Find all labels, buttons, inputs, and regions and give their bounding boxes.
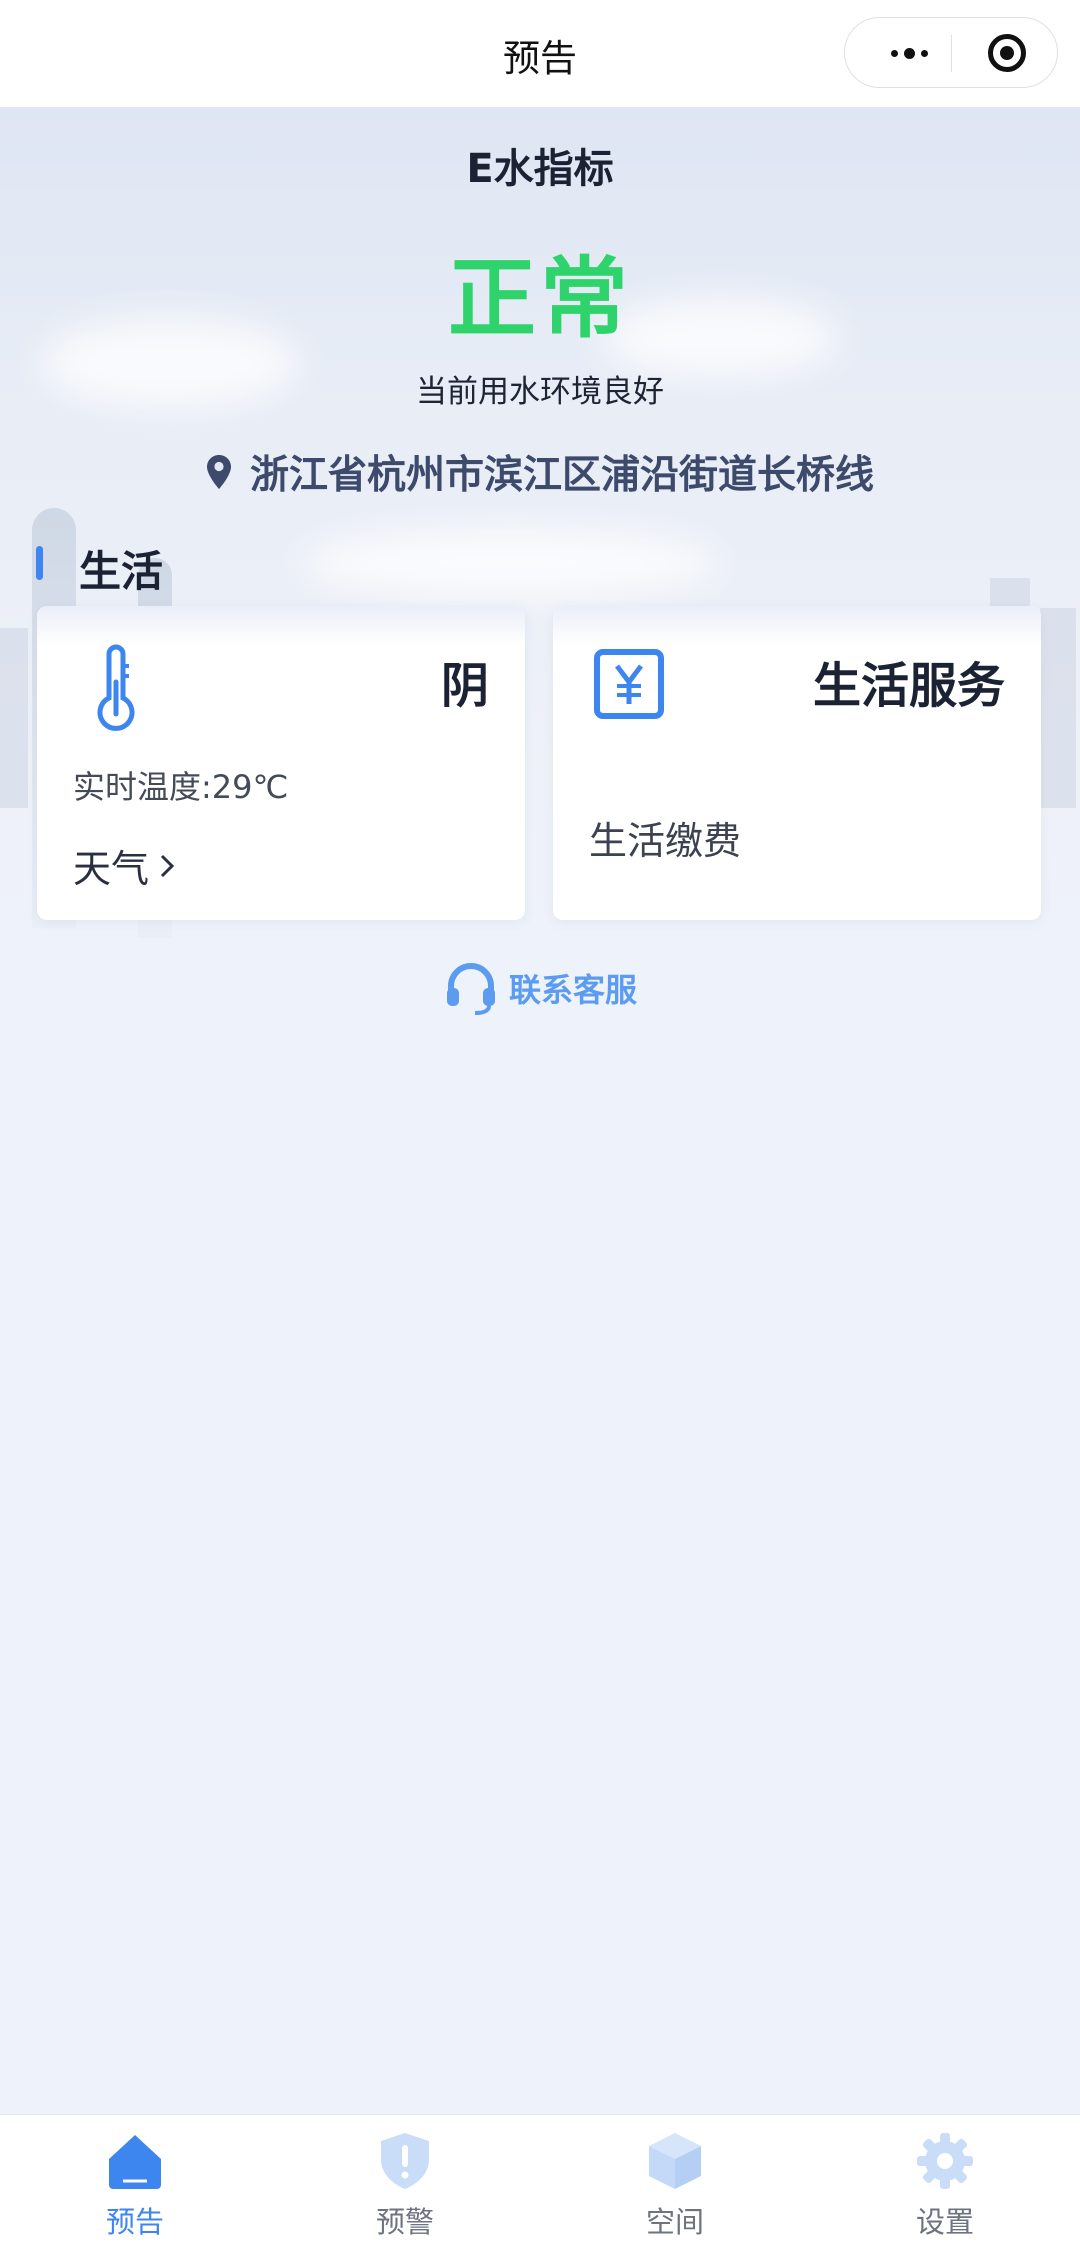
contact-support-label: 联系客服 [508, 971, 637, 1009]
weather-link[interactable]: 天气 [73, 838, 175, 893]
life-service-card[interactable]: 生活服务 生活缴费 [553, 606, 1041, 920]
contact-support-button[interactable]: 联系客服 [0, 958, 1080, 1018]
status-description: 当前用水环境良好 [416, 374, 664, 410]
tab-space[interactable]: 空间 [540, 2115, 810, 2247]
location-row[interactable]: 浙江省杭州市滨江区浦沿街道长桥线 [0, 444, 1080, 500]
metric-title: E水指标 [466, 146, 614, 192]
home-icon [109, 2135, 161, 2189]
weather-card[interactable]: 阴 实时温度:29℃ 天气 [37, 606, 525, 920]
headset-icon [446, 963, 495, 1015]
more-dots-icon[interactable] [867, 18, 951, 89]
weather-condition: 阴 [440, 658, 489, 714]
section-accent-bar [36, 546, 43, 580]
gear-icon [917, 2133, 973, 2189]
utility-payment-link[interactable]: 生活缴费 [589, 810, 741, 865]
realtime-temperature: 实时温度:29℃ [73, 768, 289, 806]
nav-bar: 预告 [0, 0, 1080, 108]
tab-label: 设置 [915, 2205, 974, 2239]
yen-icon [594, 649, 664, 719]
mini-program-capsule [844, 17, 1058, 88]
tab-label: 空间 [645, 2205, 704, 2239]
thermometer-icon [97, 644, 135, 731]
tab-alert[interactable]: 预警 [270, 2115, 540, 2247]
service-title: 生活服务 [812, 658, 1005, 714]
location-pin-icon [206, 455, 231, 489]
status-indicator: 正常 [447, 247, 632, 350]
tab-settings[interactable]: 设置 [810, 2115, 1080, 2247]
tab-label: 预告 [105, 2205, 164, 2239]
tab-label: 预警 [375, 2205, 434, 2239]
shield-alert-icon [381, 2133, 429, 2189]
capsule-divider [951, 35, 952, 72]
weather-link-label: 天气 [73, 847, 150, 891]
tab-bar: 预告 预警 空间 设置 [0, 2114, 1080, 2247]
chevron-right-icon [160, 854, 175, 877]
tab-forecast[interactable]: 预告 [0, 2115, 270, 2247]
section-title: 生活 [79, 547, 164, 596]
cube-icon [649, 2133, 701, 2189]
target-circle-icon[interactable] [988, 34, 1026, 72]
address-text: 浙江省杭州市滨江区浦沿街道长桥线 [249, 453, 874, 498]
